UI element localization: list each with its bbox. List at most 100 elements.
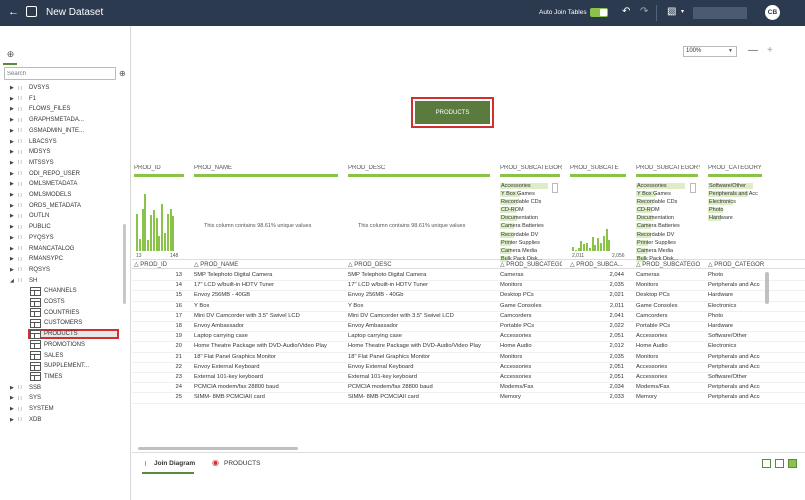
table-item[interactable]: PRODUCTS	[28, 329, 119, 340]
table-item[interactable]: COSTS	[30, 297, 120, 307]
collapsed-arrow-icon[interactable]: ▶	[10, 395, 18, 401]
search-input[interactable]	[4, 69, 104, 79]
filter-icon[interactable]: ⊕	[119, 69, 126, 78]
schema-item[interactable]: ◢ ∷ SH	[10, 276, 37, 286]
save-icon[interactable]: ▧	[667, 7, 676, 17]
schema-item[interactable]: ▶ ∷ XDB	[10, 415, 41, 425]
schema-item[interactable]: ▶ ∷ RQSYS	[10, 265, 50, 275]
category-item[interactable]: Recordable CDs	[636, 198, 694, 206]
schema-item[interactable]: ▶ ∷ SSB	[10, 383, 41, 393]
table-row[interactable]: 16 Y Box Y Box Game Consoles 2,011 Game Conso…	[132, 302, 805, 312]
schema-item[interactable]: ▶ ∷ RMANSYPC	[10, 254, 63, 264]
category-item[interactable]: Camera Batteries	[500, 222, 556, 230]
collapsed-arrow-icon[interactable]: ▶	[10, 149, 18, 155]
collapsed-arrow-icon[interactable]: ▶	[10, 117, 18, 123]
profile-column-header[interactable]: PROD_SUBCATEGORY	[500, 165, 562, 171]
schema-item[interactable]: ▶ ∷ PYQSYS	[10, 233, 54, 243]
category-item[interactable]: Printer Supplies	[636, 239, 694, 247]
undo-icon[interactable]: ↶	[622, 7, 630, 17]
table-row[interactable]: 20 Home Theatre Package with DVD-Audio/Vi…	[132, 342, 805, 353]
user-avatar[interactable]: CB	[765, 5, 780, 20]
table-item[interactable]: TIMES	[30, 372, 120, 382]
save-menu-chevron-icon[interactable]: ▾	[681, 9, 684, 15]
grid-horizontal-scrollbar[interactable]	[138, 447, 298, 450]
table-row[interactable]: 25 SIMM- 8MB PCMCIAII card SIMM- 8MB PCMCI…	[132, 393, 805, 404]
schema-item[interactable]: ▶ ∷ SYS	[10, 393, 41, 403]
add-data-icon[interactable]: ⊕	[5, 49, 16, 60]
schema-item[interactable]: ▶ ∷ SYSTEM	[10, 404, 54, 414]
category-item[interactable]: Software/Other	[708, 182, 758, 190]
category-item[interactable]: CD-ROM	[636, 206, 694, 214]
collapsed-arrow-icon[interactable]: ▶	[10, 267, 18, 273]
table-row[interactable]: 24 PCMCIA modem/fax 28800 baud PCMCIA mode…	[132, 383, 805, 394]
profile-column-header[interactable]: PROD_SUBCATEGORY_	[636, 165, 700, 171]
schema-item[interactable]: ▶ ∷ OMLSMODELS	[10, 190, 71, 200]
grid-vertical-scrollbar[interactable]	[765, 272, 769, 304]
collapsed-arrow-icon[interactable]: ▶	[10, 139, 18, 145]
profile-column-header[interactable]: PROD_DESC	[348, 165, 492, 171]
redo-icon[interactable]: ↷	[640, 7, 648, 17]
table-row[interactable]: 19 Laptop carrying case Laptop carrying ca…	[132, 332, 805, 343]
category-item[interactable]: Recordable DV	[500, 231, 556, 239]
auto-join-toggle[interactable]	[590, 8, 608, 17]
schema-item[interactable]: ▶ ∷ ORDS_METADATA	[10, 201, 81, 211]
collapsed-arrow-icon[interactable]: ▶	[10, 181, 18, 187]
category-item[interactable]: Recordable CDs	[500, 198, 556, 206]
table-row[interactable]: 17 Mini DV Camcorder with 3.5" Swivel LCD…	[132, 312, 805, 322]
schema-item[interactable]: ▶ ∷ DVSYS	[10, 83, 49, 93]
table-item[interactable]: SUPPLEMENT...	[30, 361, 120, 371]
schema-item[interactable]: ▶ ∷ FLOWS_FILES	[10, 104, 70, 114]
column-header[interactable]: △ PROD_CATEGORY	[708, 261, 764, 268]
tab-join-diagram[interactable]: Join Diagram	[154, 460, 195, 467]
category-scrollbar[interactable]	[690, 183, 696, 193]
collapsed-arrow-icon[interactable]: ▶	[10, 417, 18, 423]
split-view-icon[interactable]	[775, 459, 784, 468]
category-item[interactable]: Electronics	[708, 198, 758, 206]
zoom-chevron-down-icon[interactable]: ▼	[728, 48, 733, 54]
schema-item[interactable]: ▶ ∷ RMANCATALOG	[10, 244, 74, 254]
collapsed-arrow-icon[interactable]: ▶	[10, 106, 18, 112]
table-row[interactable]: 23 External 101-key keyboard External 101-…	[132, 373, 805, 384]
category-item[interactable]: Y Box Games	[636, 190, 694, 198]
collapsed-arrow-icon[interactable]: ▶	[10, 256, 18, 262]
collapsed-arrow-icon[interactable]: ▶	[10, 203, 18, 209]
category-item[interactable]: Documentation	[636, 214, 694, 222]
schema-item[interactable]: ▶ ∷ GRAPHSMETADA...	[10, 115, 84, 125]
schema-item[interactable]: ▶ ∷ MTSSYS	[10, 158, 54, 168]
collapsed-arrow-icon[interactable]: ▶	[10, 385, 18, 391]
schema-item[interactable]: ▶ ∷ OMLSMETADATA	[10, 179, 77, 189]
table-item[interactable]: SALES	[30, 351, 120, 361]
schema-item[interactable]: ▶ ∷ F1	[10, 94, 36, 104]
category-item[interactable]: Documentation	[500, 214, 556, 222]
expanded-arrow-icon[interactable]: ◢	[10, 278, 18, 284]
zoom-out-icon[interactable]: —	[748, 45, 758, 56]
collapsed-arrow-icon[interactable]: ▶	[10, 213, 18, 219]
table-item[interactable]: CHANNELS	[30, 286, 120, 296]
category-scrollbar[interactable]	[552, 183, 558, 193]
column-header[interactable]: △ PROD_DESC	[348, 261, 492, 268]
grid-view-icon[interactable]	[788, 459, 797, 468]
zoom-in-icon[interactable]: +	[767, 45, 773, 56]
profile-column-header[interactable]: PROD_SUBCATE	[570, 165, 628, 171]
category-item[interactable]: Accessories	[500, 182, 556, 190]
collapsed-arrow-icon[interactable]: ▶	[10, 128, 18, 134]
collapsed-arrow-icon[interactable]: ▶	[10, 171, 18, 177]
category-item[interactable]: Printer Supplies	[500, 239, 556, 247]
category-item[interactable]: Photo	[708, 206, 758, 214]
category-item[interactable]: Recordable DV	[636, 231, 694, 239]
table-row[interactable]: 15 Envoy 256MB - 40GB Envoy 256MB - 40Gb De…	[132, 291, 805, 302]
sidebar-scrollbar[interactable]	[123, 224, 126, 304]
schema-item[interactable]: ▶ ∷ ODI_REPO_USER	[10, 169, 80, 179]
schema-item[interactable]: ▶ ∷ MDSYS	[10, 147, 50, 157]
category-item[interactable]: Camera Media	[636, 247, 694, 255]
schema-item[interactable]: ▶ ∷ OUTLN	[10, 211, 49, 221]
table-item[interactable]: PROMOTIONS	[30, 340, 120, 350]
table-item[interactable]: CUSTOMERS	[30, 318, 120, 328]
column-header[interactable]: △ PROD_SUBCATEGO...	[636, 261, 700, 268]
category-item[interactable]: Hardware	[708, 214, 758, 222]
category-item[interactable]: CD-ROM	[500, 206, 556, 214]
table-item[interactable]: COUNTRIES	[30, 308, 120, 318]
table-row[interactable]: 13 5MP Telephoto Digital Camera 5MP Teleph…	[132, 271, 805, 282]
category-item[interactable]: Peripherals and Acc	[708, 190, 758, 198]
column-header[interactable]: △ PROD_SUBCA...	[570, 261, 628, 268]
